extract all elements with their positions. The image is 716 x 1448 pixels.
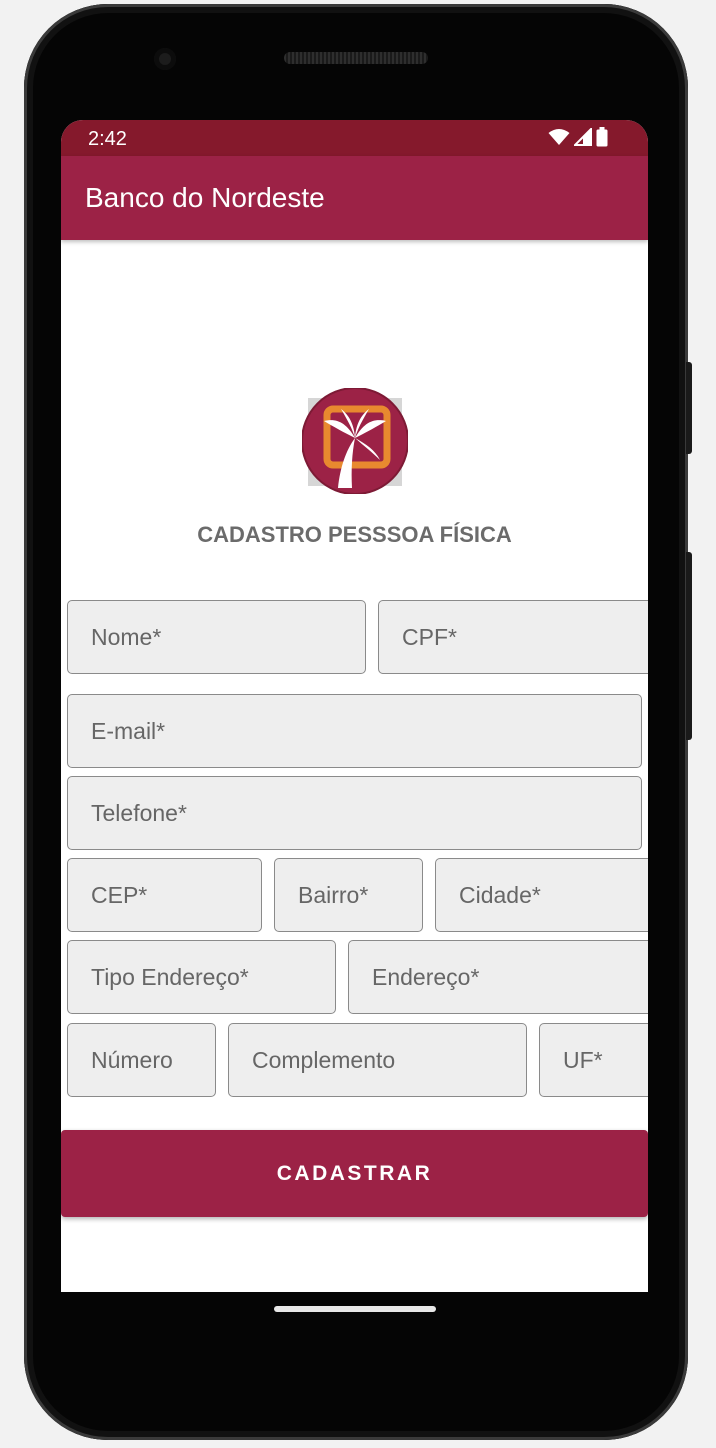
wifi-icon — [548, 129, 570, 145]
endereco-field[interactable] — [348, 940, 648, 1014]
bank-logo — [302, 388, 408, 494]
status-icons — [548, 127, 608, 147]
front-camera — [154, 48, 176, 70]
power-button — [686, 552, 692, 740]
battery-icon — [596, 127, 608, 147]
cadastrar-button[interactable]: CADASTRAR — [61, 1130, 648, 1217]
complemento-field[interactable] — [228, 1023, 527, 1097]
app-toolbar: Banco do Nordeste — [61, 156, 648, 240]
status-bar: 2:42 — [61, 120, 648, 156]
home-gesture-bar[interactable] — [274, 1306, 436, 1312]
telefone-field[interactable] — [67, 776, 642, 850]
uf-field[interactable] — [539, 1023, 648, 1097]
cpf-field[interactable] — [378, 600, 648, 674]
status-time: 2:42 — [88, 128, 127, 150]
form-title: CADASTRO PESSSOA FÍSICA — [197, 522, 512, 547]
nome-field[interactable] — [67, 600, 366, 674]
cidade-field[interactable] — [435, 858, 648, 932]
tipo-endereco-field[interactable] — [67, 940, 336, 1014]
cell-signal-icon — [574, 128, 592, 146]
volume-button — [686, 362, 692, 454]
app-title: Banco do Nordeste — [85, 182, 325, 213]
app-screen: 2:42 Banco do Nordeste CADASTRO PESSSOA … — [61, 120, 648, 1292]
cep-field[interactable] — [67, 858, 262, 932]
bairro-field[interactable] — [274, 858, 423, 932]
numero-field[interactable] — [67, 1023, 216, 1097]
earpiece-speaker — [284, 52, 428, 64]
email-field[interactable] — [67, 694, 642, 768]
